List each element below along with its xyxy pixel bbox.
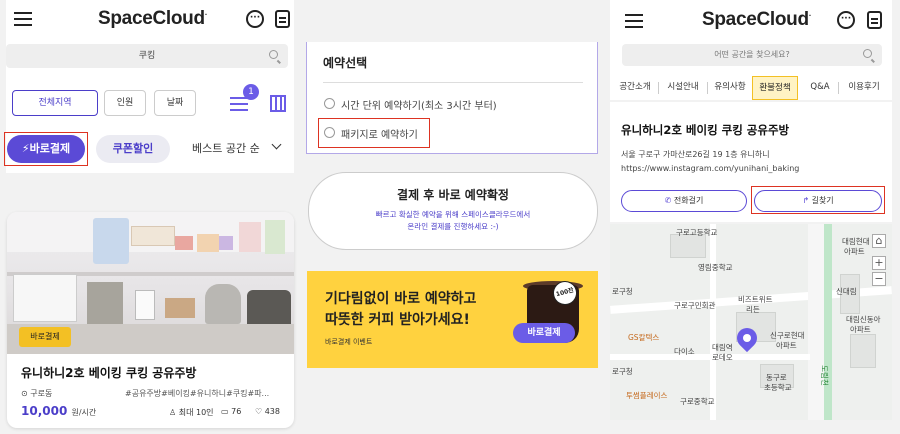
- map-stream: [824, 224, 832, 420]
- map-block: [850, 334, 876, 368]
- map-label: GS칼텍스: [628, 333, 660, 342]
- call-button[interactable]: ✆ 전화걸기: [621, 190, 747, 212]
- space-url[interactable]: https://www.instagram.com/yunihani_bakin…: [621, 164, 799, 173]
- space-card[interactable]: 바로결제 유니하니2호 베이킹 쿠킹 공유주방 ⊙ 구로동 #공유주방#베이킹#…: [7, 212, 294, 428]
- banner-pill: 바로결제: [513, 323, 575, 343]
- tab-refund-policy[interactable]: 환불정책: [752, 76, 798, 100]
- logo[interactable]: SpaceCloud.: [98, 8, 207, 30]
- filter-count-badge: 1: [243, 84, 259, 100]
- map-road: [808, 224, 824, 420]
- tab-facilities[interactable]: 시설안내: [661, 76, 705, 100]
- instant-pay-badge: 바로결제: [19, 327, 71, 347]
- map-label: 아파트: [776, 341, 797, 350]
- section-title: 예약선택: [323, 56, 368, 70]
- filter-icon[interactable]: [230, 97, 248, 111]
- confirm-notice: 결제 후 바로 예약확정 빠르고 확실한 예약을 위해 스페이스클라우드에서 온라…: [308, 172, 598, 250]
- map-label: 초등학교: [764, 383, 792, 392]
- capacity: ♙ 최대 10인: [169, 408, 214, 417]
- map-label: 구로고등학교: [676, 228, 718, 237]
- logo[interactable]: SpaceCloud.: [702, 9, 811, 31]
- search-icon: [269, 50, 278, 59]
- space-address: 서울 구로구 가마산로26길 19 1층 유니하니 https://www.ins…: [621, 150, 800, 173]
- space-price: 10,000 원/시간: [21, 404, 97, 418]
- chat-icon[interactable]: ···: [246, 10, 264, 28]
- menu-icon[interactable]: [14, 12, 32, 26]
- tab-intro[interactable]: 공간소개: [614, 76, 656, 100]
- highlight-box: [318, 118, 430, 148]
- people-icon: ♙: [169, 408, 177, 417]
- detail-header: SpaceCloud. ··· 어떤 공간을 찾으세요? 공간소개 시설안내 유…: [610, 0, 892, 100]
- chevron-down-icon[interactable]: [271, 139, 282, 150]
- space-location: ⊙ 구로동: [21, 389, 53, 398]
- zoom-in-button[interactable]: +: [872, 256, 886, 270]
- sort-select[interactable]: 베스트 공간 순: [192, 140, 260, 156]
- location-map[interactable]: 구로고등학교 영림중학교 구로구민회관 비즈트위트 리든 GS칼텍스 다이소 대…: [610, 224, 892, 420]
- document-icon[interactable]: [867, 11, 882, 29]
- divider: [323, 82, 583, 83]
- map-road: [710, 224, 716, 420]
- like-count: ♡ 438: [255, 407, 280, 416]
- map-label: 아파트: [850, 325, 871, 334]
- lock-icon[interactable]: ⌂: [872, 234, 886, 248]
- map-label: 신대림: [836, 287, 857, 296]
- map-icon[interactable]: [270, 95, 286, 112]
- map-label: 다이소: [674, 347, 695, 356]
- location-pin-icon: ⊙: [21, 389, 31, 398]
- map-label: 리든: [746, 305, 760, 314]
- map-label: 로데오: [712, 353, 733, 362]
- map-label: 로구청: [612, 287, 633, 296]
- tab-separator: [838, 82, 839, 94]
- date-filter[interactable]: 날짜: [154, 90, 196, 116]
- tab-notes[interactable]: 유의사항: [709, 76, 751, 100]
- search-icon: [863, 49, 872, 58]
- map-label: 구로구민회관: [674, 301, 716, 310]
- option-hourly-label[interactable]: 시간 단위 예약하기(최소 3시간 부터): [341, 97, 497, 112]
- map-label: 아파트: [844, 247, 865, 256]
- tab-reviews[interactable]: 이용후기: [842, 76, 886, 100]
- tab-separator: [707, 82, 708, 94]
- left-panel: SpaceCloud. ··· 쿠킹 전체지역 인원 날짜 1 ⚡바로결제 쿠폰…: [0, 0, 300, 434]
- people-filter[interactable]: 인원: [104, 90, 146, 116]
- map-label: 로구청: [612, 367, 633, 376]
- map-label: 구로중학교: [680, 397, 715, 406]
- comment-icon: ▭: [221, 407, 229, 416]
- event-banner[interactable]: 기다림없이 바로 예약하고 따뜻한 커피 받아가세요! 바로결제 이벤트 100잔…: [307, 271, 598, 368]
- highlight-box: [4, 132, 88, 166]
- document-icon[interactable]: [275, 10, 290, 28]
- zoom-out-button[interactable]: −: [872, 272, 886, 286]
- radio-hourly[interactable]: [324, 98, 335, 109]
- space-tags: #공유주방#베이킹#유니하니#쿠킹#파...: [125, 389, 270, 398]
- banner-subtitle: 바로결제 이벤트: [325, 338, 373, 346]
- search-input[interactable]: 어떤 공간을 찾으세요?: [622, 44, 882, 66]
- confirm-description: 빠르고 확실한 예약을 위해 스페이스클라우드에서 온라인 결제를 진행하세요 :…: [375, 210, 531, 231]
- comment-count: ▭ 76: [221, 407, 242, 416]
- space-title[interactable]: 유니하니2호 베이킹 쿠킹 공유주방: [21, 364, 196, 381]
- tab-separator: [658, 82, 659, 94]
- tab-qna[interactable]: Q&A: [806, 76, 834, 100]
- menu-icon[interactable]: [625, 14, 643, 28]
- space-title: 유니하니2호 베이킹 쿠킹 공유주방: [621, 123, 790, 137]
- banner-headline: 기다림없이 바로 예약하고 따뜻한 커피 받아가세요!: [325, 291, 477, 328]
- region-filter[interactable]: 전체지역: [12, 90, 98, 116]
- highlight-box: [751, 186, 885, 214]
- confirm-title: 결제 후 바로 예약확정: [397, 188, 509, 202]
- coupon-button[interactable]: 쿠폰할인: [96, 135, 170, 163]
- map-label: 투썸플레이스: [626, 391, 668, 400]
- heart-icon: ♡: [255, 407, 263, 416]
- chat-icon[interactable]: ···: [837, 11, 855, 29]
- search-input[interactable]: 쿠킹: [6, 44, 288, 68]
- map-label: 도림천: [819, 365, 829, 386]
- map-label: 영림중학교: [698, 263, 733, 272]
- phone-icon: ✆: [664, 196, 672, 205]
